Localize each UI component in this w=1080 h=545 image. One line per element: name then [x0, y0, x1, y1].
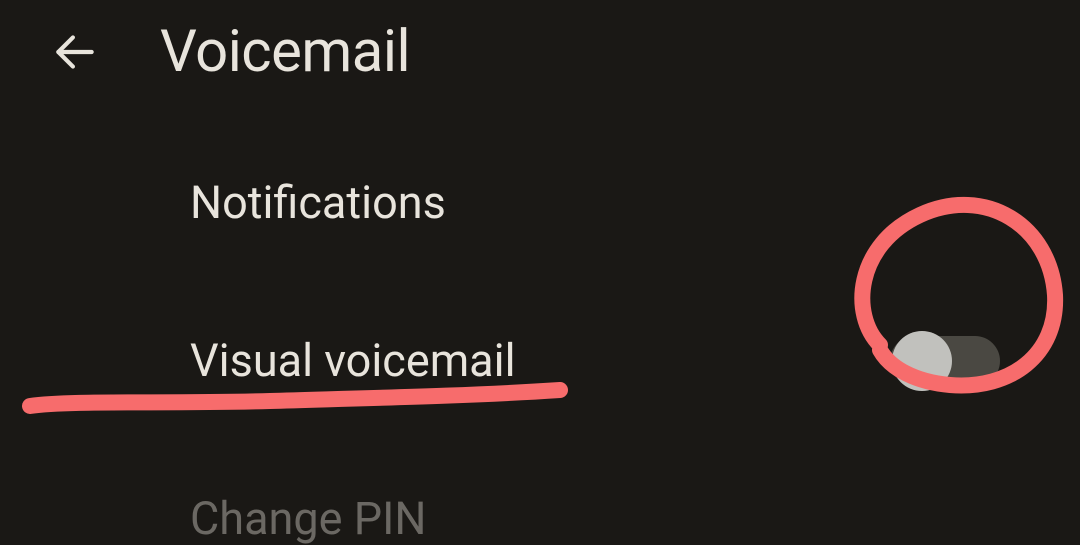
settings-label: Change PIN — [190, 492, 426, 545]
settings-label: Notifications — [190, 176, 446, 229]
back-arrow-icon[interactable] — [50, 27, 100, 77]
settings-label: Visual voicemail — [190, 334, 516, 387]
settings-item-notifications[interactable]: Notifications — [190, 176, 1080, 229]
settings-list: Notifications Visual voicemail Change PI… — [0, 86, 1080, 545]
settings-item-visual-voicemail[interactable]: Visual voicemail — [190, 334, 1080, 387]
header: Voicemail — [0, 0, 1080, 86]
toggle-thumb — [892, 331, 952, 391]
visual-voicemail-toggle[interactable] — [890, 336, 1000, 386]
page-title: Voicemail — [160, 18, 410, 86]
settings-item-change-pin[interactable]: Change PIN — [190, 492, 1080, 545]
